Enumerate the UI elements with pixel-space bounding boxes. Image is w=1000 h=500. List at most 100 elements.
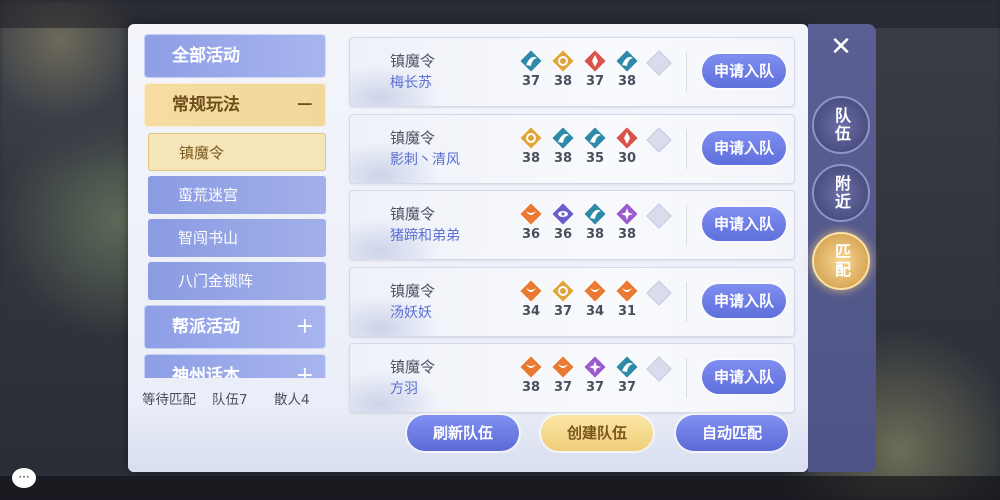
teal-crescent-icon bbox=[584, 126, 606, 149]
member-level: 37 bbox=[617, 380, 637, 395]
team-member: 37 bbox=[518, 50, 544, 96]
member-level: 38 bbox=[521, 150, 541, 166]
team-member: 37 bbox=[582, 50, 608, 96]
tab-nearby[interactable]: 附近 bbox=[812, 164, 870, 222]
tab-team[interactable]: 队伍 bbox=[812, 96, 870, 154]
orange-phoenix-icon bbox=[520, 356, 542, 378]
team-member: 36 bbox=[518, 203, 544, 249]
empty-slot-icon bbox=[646, 50, 672, 76]
subitem-zhenmoling[interactable]: 镇魔令 bbox=[148, 133, 326, 171]
waiting-label: 等待匹配 bbox=[142, 392, 196, 408]
chat-icon[interactable]: ··· bbox=[12, 468, 36, 488]
team-activity-title: 镇魔令 bbox=[390, 358, 436, 376]
purple-flower-icon bbox=[584, 356, 606, 378]
orange-phoenix-icon bbox=[552, 356, 574, 378]
subitem-bamen-lock[interactable]: 八门金锁阵 bbox=[148, 262, 326, 300]
team-member: 36 bbox=[550, 203, 576, 249]
team-member: 38 bbox=[550, 50, 576, 96]
team-member: 38 bbox=[518, 126, 544, 173]
teal-crescent-icon bbox=[616, 50, 638, 72]
row-divider bbox=[686, 358, 687, 398]
member-level: 37 bbox=[521, 74, 541, 89]
apply-join-button[interactable]: 申请入队 bbox=[702, 283, 786, 318]
teal-crescent-icon bbox=[584, 203, 606, 225]
apply-join-button[interactable]: 申请入队 bbox=[702, 130, 786, 165]
member-level: 36 bbox=[521, 227, 541, 242]
category-all-activities[interactable]: 全部活动 bbox=[144, 34, 326, 78]
bottom-strip bbox=[0, 476, 1000, 500]
member-level: 38 bbox=[617, 227, 637, 242]
teal-crescent-icon bbox=[520, 50, 542, 72]
member-level: 38 bbox=[553, 74, 573, 89]
empty-slot-icon bbox=[646, 279, 672, 306]
row-divider bbox=[686, 128, 687, 169]
close-icon[interactable]: ✕ bbox=[826, 32, 856, 62]
subitem-label: 镇魔令 bbox=[179, 144, 225, 162]
team-count: 队伍7 bbox=[212, 392, 248, 408]
member-level: 36 bbox=[553, 227, 573, 242]
row-divider bbox=[686, 281, 687, 322]
match-status: 等待匹配 队伍7 散人4 bbox=[142, 388, 332, 408]
team-row: 镇魔令 汤妖妖 34 37 34 31 申请入队 bbox=[349, 266, 795, 337]
member-level: 38 bbox=[585, 227, 605, 242]
team-member: 37 bbox=[550, 356, 576, 402]
refresh-teams-button[interactable]: 刷新队伍 bbox=[407, 415, 519, 451]
tab-match[interactable]: 匹配 bbox=[812, 232, 870, 290]
member-level: 31 bbox=[617, 303, 637, 319]
collapse-icon[interactable]: − bbox=[296, 83, 314, 127]
team-leader-names: 猪蹄和弟弟 bbox=[390, 228, 460, 244]
subitem-wilderness-maze[interactable]: 蛮荒迷宫 bbox=[148, 176, 326, 214]
category-label: 全部活动 bbox=[172, 46, 240, 66]
purple-eye-icon bbox=[552, 203, 574, 225]
subitem-book-mountain[interactable]: 智闯书山 bbox=[148, 219, 326, 257]
team-row: 镇魔令 梅长苏 37 38 37 38 申请入队 bbox=[349, 37, 795, 107]
orange-phoenix-icon bbox=[584, 279, 606, 302]
member-level: 30 bbox=[617, 150, 637, 166]
category-guild-activities[interactable]: 帮派活动 + bbox=[144, 305, 326, 349]
teal-crescent-icon bbox=[552, 126, 574, 149]
team-leader-names: 影刺丶清风 bbox=[390, 151, 460, 168]
gold-swirl-icon bbox=[520, 126, 542, 149]
apply-join-button[interactable]: 申请入队 bbox=[702, 54, 786, 88]
team-member: 38 bbox=[614, 50, 640, 96]
create-team-button[interactable]: 创建队伍 bbox=[541, 415, 653, 451]
activity-sidebar: 全部活动 常规玩法 − 镇魔令 蛮荒迷宫 智闯书山 八门金锁阵 帮派活动 + 神… bbox=[142, 32, 332, 378]
category-label: 常规玩法 bbox=[172, 95, 240, 115]
category-regular-play[interactable]: 常规玩法 − bbox=[144, 83, 326, 127]
expand-icon[interactable]: + bbox=[296, 305, 314, 349]
teal-crescent-icon bbox=[616, 356, 638, 378]
category-story[interactable]: 神州话本 + bbox=[144, 354, 326, 378]
gold-swirl-icon bbox=[552, 279, 574, 302]
member-level: 38 bbox=[617, 74, 637, 89]
team-member: 34 bbox=[518, 279, 544, 326]
member-level: 37 bbox=[585, 380, 605, 395]
empty-slot-icon bbox=[646, 356, 672, 382]
member-level: 34 bbox=[585, 303, 605, 319]
team-member: 30 bbox=[614, 126, 640, 173]
subitem-label: 智闯书山 bbox=[178, 229, 239, 247]
orange-phoenix-icon bbox=[616, 279, 638, 302]
orange-phoenix-icon bbox=[520, 279, 542, 302]
red-lotus-icon bbox=[616, 126, 638, 149]
expand-icon[interactable]: + bbox=[296, 354, 314, 378]
team-member: 37 bbox=[582, 356, 608, 402]
team-member: 37 bbox=[614, 356, 640, 402]
apply-join-button[interactable]: 申请入队 bbox=[702, 360, 786, 394]
team-member: 38 bbox=[518, 356, 544, 402]
orange-phoenix-icon bbox=[520, 203, 542, 225]
apply-join-button[interactable]: 申请入队 bbox=[702, 207, 786, 241]
red-lotus-icon bbox=[584, 50, 606, 72]
member-level: 35 bbox=[585, 150, 605, 166]
mountain-decoration bbox=[350, 344, 490, 412]
team-leader-names: 汤妖妖 bbox=[390, 304, 432, 321]
subitem-label: 蛮荒迷宫 bbox=[178, 186, 239, 204]
row-divider bbox=[686, 52, 687, 92]
auto-match-button[interactable]: 自动匹配 bbox=[676, 415, 788, 451]
empty-slot-icon bbox=[646, 126, 672, 153]
category-label: 神州话本 bbox=[172, 366, 240, 378]
team-row: 镇魔令 方羽 38 37 37 37 申请入队 bbox=[349, 343, 795, 413]
member-level: 38 bbox=[553, 150, 573, 166]
team-member: 35 bbox=[582, 126, 608, 173]
team-member: 37 bbox=[550, 279, 576, 326]
team-row: 镇魔令 猪蹄和弟弟 36 36 38 38 申请入队 bbox=[349, 190, 795, 260]
